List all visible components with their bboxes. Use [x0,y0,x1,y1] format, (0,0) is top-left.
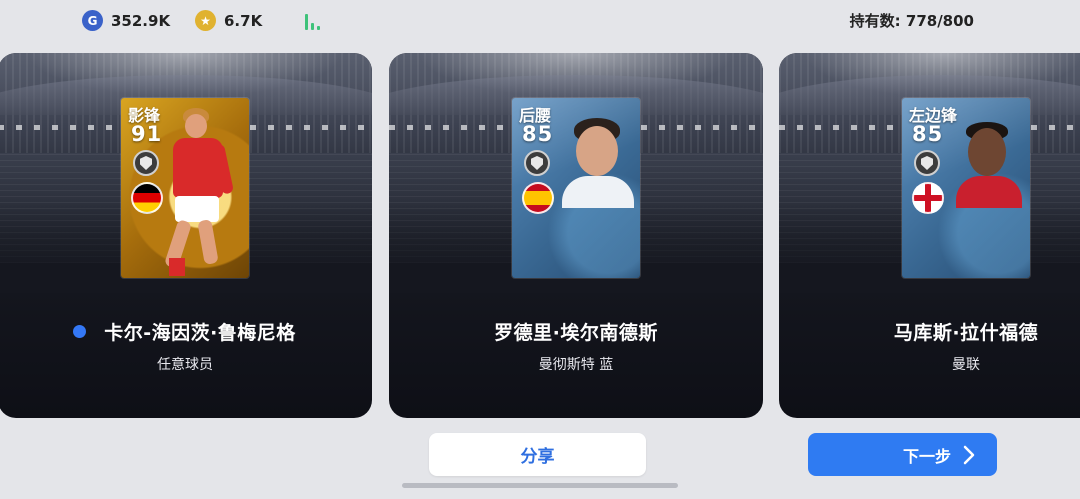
coin-balance: ★ 6.7K [195,10,262,31]
player-name: 卡尔-海因茨·鲁梅尼格 [104,322,296,344]
player-portrait-card: 影锋 91 [121,98,249,278]
player-team: 曼彻斯特 蓝 [538,357,614,373]
next-step-button[interactable]: 下一步 [808,433,997,476]
player-team: 曼联 [952,357,980,373]
gp-balance: G 352.9K [82,10,170,31]
rating-value: 91 [131,122,163,146]
share-button[interactable]: 分享 [429,433,646,476]
player-image [956,122,1026,208]
player-portrait-card: 左边锋 85 [902,98,1030,278]
spain-flag-icon [522,182,554,214]
player-image [562,118,638,208]
player-card-1[interactable]: 影锋 91 卡尔-海因茨·鲁梅尼格 任意球员 [0,53,372,418]
coin-icon: ★ [195,10,216,31]
player-image [161,108,241,278]
germany-flag-icon [131,182,163,214]
england-flag-icon [912,182,944,214]
rating-value: 85 [912,122,944,146]
player-card-2[interactable]: 后腰 85 罗德里·埃尔南德斯 曼彻斯特 蓝 [389,53,763,418]
skill-badge-icon [914,150,940,176]
player-name: 马库斯·拉什福德 [893,322,1039,344]
scroll-indicator[interactable] [402,483,678,488]
next-step-label: 下一步 [902,446,951,466]
player-name: 罗德里·埃尔南德斯 [494,322,658,344]
gp-icon: G [82,10,103,31]
player-card-3[interactable]: 左边锋 85 马库斯·拉什福德 曼联 [779,53,1080,418]
rating-value: 85 [522,122,554,146]
coin-amount: 6.7K [224,11,263,30]
gp-amount: 352.9K [111,11,171,30]
skill-badge-icon [524,150,550,176]
chevron-right-icon [963,445,975,464]
top-bar: G 352.9K ★ 6.7K 持有数: 778/800 [0,0,1080,42]
skill-badge-icon [133,150,159,176]
holding-count: 持有数: 778/800 [849,12,974,30]
player-team: 任意球员 [157,357,213,373]
signal-bars-icon [305,12,327,30]
player-portrait-card: 后腰 85 [512,98,640,278]
